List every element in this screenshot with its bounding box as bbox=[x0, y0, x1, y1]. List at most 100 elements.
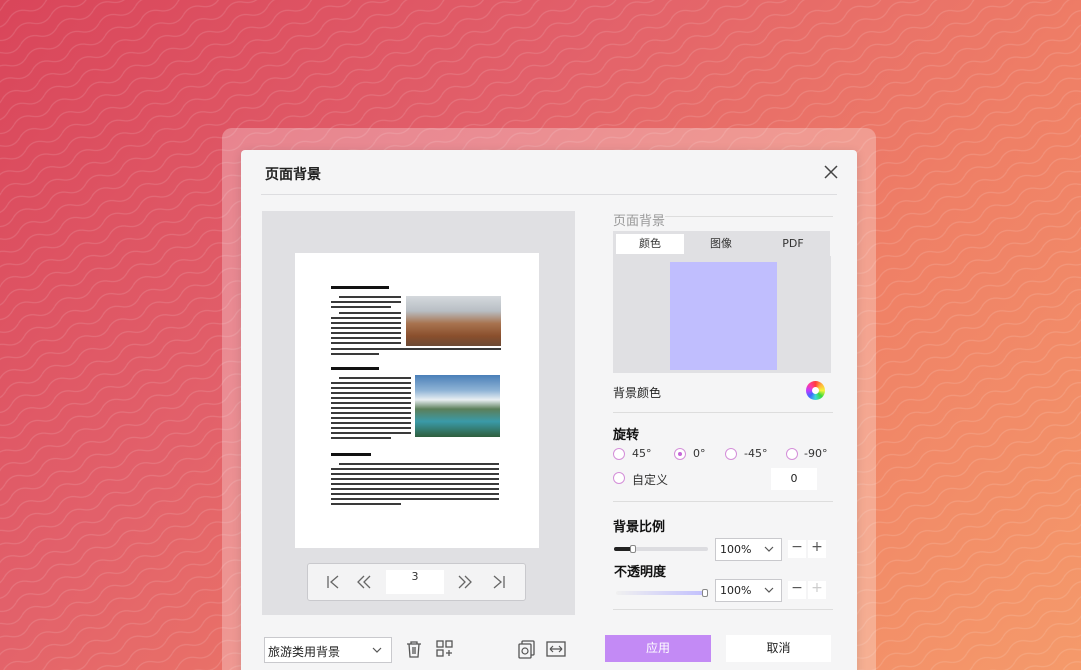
doc-line bbox=[331, 432, 411, 434]
opacity-value: 100% bbox=[720, 584, 752, 597]
doc-line bbox=[331, 437, 391, 439]
doc-line bbox=[331, 392, 411, 394]
document-page-preview bbox=[295, 253, 539, 548]
opacity-slider[interactable] bbox=[616, 589, 708, 597]
doc-line bbox=[339, 312, 401, 314]
doc-line bbox=[331, 322, 401, 324]
doc-line bbox=[331, 306, 391, 308]
doc-heading bbox=[331, 367, 379, 370]
doc-line bbox=[331, 301, 401, 303]
chevron-down-icon bbox=[764, 587, 774, 593]
doc-line bbox=[331, 382, 411, 384]
doc-line bbox=[339, 296, 401, 298]
rotation-custom-label: 自定义 bbox=[632, 473, 669, 487]
scale-label: 背景比例 bbox=[613, 520, 666, 535]
tab-color[interactable]: 颜色 bbox=[616, 234, 684, 254]
doc-line bbox=[331, 337, 401, 339]
doc-line bbox=[331, 417, 411, 419]
chevron-down-icon bbox=[372, 647, 382, 653]
doc-line bbox=[331, 478, 499, 480]
color-wheel-icon[interactable] bbox=[806, 381, 825, 400]
doc-line bbox=[331, 317, 401, 319]
doc-heading bbox=[331, 453, 371, 456]
doc-line bbox=[331, 483, 499, 485]
section-divider bbox=[613, 609, 833, 610]
opacity-decrease-button[interactable]: − bbox=[788, 581, 806, 599]
doc-line bbox=[331, 327, 401, 329]
fit-width-icon[interactable] bbox=[545, 638, 567, 660]
lake-mountain-photo bbox=[415, 375, 500, 437]
preset-value: 旅游类用背景 bbox=[268, 645, 341, 659]
next-page-icon[interactable] bbox=[454, 572, 476, 592]
doc-line bbox=[331, 488, 499, 490]
rotation-minus90-label: -90° bbox=[804, 447, 828, 460]
opacity-label: 不透明度 bbox=[614, 565, 667, 580]
rotation-0-radio[interactable] bbox=[674, 448, 686, 460]
trash-icon[interactable] bbox=[403, 638, 425, 660]
scale-slider[interactable] bbox=[614, 545, 708, 553]
page-number-input[interactable]: 3 bbox=[386, 570, 444, 594]
color-swatch[interactable] bbox=[670, 262, 777, 370]
page-background-dialog: 页面背景 3 页面背景 颜色 图像 PDF 背景颜色 旋转 45° 0° -45… bbox=[241, 150, 857, 670]
preset-select[interactable]: 旅游类用背景 bbox=[264, 637, 392, 663]
doc-line bbox=[331, 342, 401, 344]
section-divider bbox=[665, 216, 833, 217]
rotation-minus45-label: -45° bbox=[744, 447, 768, 460]
rotation-minus90-radio[interactable] bbox=[786, 448, 798, 460]
cancel-button[interactable]: 取消 bbox=[726, 635, 831, 662]
dialog-title: 页面背景 bbox=[265, 167, 321, 183]
doc-line bbox=[331, 498, 499, 500]
chevron-down-icon bbox=[764, 546, 774, 552]
doc-line bbox=[331, 503, 401, 505]
doc-line bbox=[331, 387, 411, 389]
doc-line bbox=[331, 407, 411, 409]
opacity-slider-thumb[interactable] bbox=[702, 589, 708, 597]
opacity-select[interactable]: 100% bbox=[715, 579, 782, 602]
rotation-45-label: 45° bbox=[632, 447, 652, 460]
previous-page-icon[interactable] bbox=[353, 572, 375, 592]
doc-line bbox=[331, 493, 499, 495]
doc-line bbox=[331, 353, 379, 355]
scale-value: 100% bbox=[720, 543, 752, 556]
scale-increase-button[interactable]: + bbox=[808, 540, 826, 558]
close-icon[interactable] bbox=[821, 162, 841, 182]
opacity-increase-button[interactable]: + bbox=[808, 581, 826, 599]
color-preview-area bbox=[613, 256, 831, 373]
bg-color-label: 背景颜色 bbox=[613, 386, 662, 400]
apply-to-pages-icon[interactable] bbox=[516, 638, 538, 660]
canyon-photo bbox=[406, 296, 501, 346]
scale-slider-thumb[interactable] bbox=[629, 545, 636, 553]
tab-pdf[interactable]: PDF bbox=[759, 234, 827, 254]
settings-panel: 页面背景 颜色 图像 PDF 背景颜色 旋转 45° 0° -45° -90° … bbox=[613, 210, 833, 610]
scale-select[interactable]: 100% bbox=[715, 538, 782, 561]
scale-decrease-button[interactable]: − bbox=[788, 540, 806, 558]
doc-line bbox=[331, 412, 411, 414]
section-divider bbox=[613, 412, 833, 413]
doc-line bbox=[331, 473, 499, 475]
doc-line bbox=[331, 468, 499, 470]
apply-button[interactable]: 应用 bbox=[605, 635, 711, 662]
rotation-label: 旋转 bbox=[613, 428, 640, 443]
rotation-custom-radio[interactable] bbox=[613, 472, 625, 484]
doc-line bbox=[339, 377, 411, 379]
page-navigator: 3 bbox=[307, 563, 526, 601]
section-label: 页面背景 bbox=[613, 214, 666, 229]
doc-heading bbox=[331, 286, 389, 289]
doc-line bbox=[331, 332, 401, 334]
section-divider bbox=[613, 501, 833, 502]
preview-panel: 3 bbox=[262, 211, 575, 615]
doc-line bbox=[331, 397, 411, 399]
rotation-0-label: 0° bbox=[693, 447, 706, 460]
rotation-45-radio[interactable] bbox=[613, 448, 625, 460]
title-divider bbox=[261, 194, 837, 195]
template-grid-icon[interactable] bbox=[434, 638, 456, 660]
doc-line bbox=[331, 427, 411, 429]
tab-image[interactable]: 图像 bbox=[687, 234, 755, 254]
doc-line bbox=[331, 402, 411, 404]
rotation-custom-input[interactable]: 0 bbox=[771, 468, 817, 490]
doc-line bbox=[331, 422, 411, 424]
doc-line bbox=[339, 463, 499, 465]
last-page-icon[interactable] bbox=[488, 572, 510, 592]
rotation-minus45-radio[interactable] bbox=[725, 448, 737, 460]
first-page-icon[interactable] bbox=[322, 572, 344, 592]
